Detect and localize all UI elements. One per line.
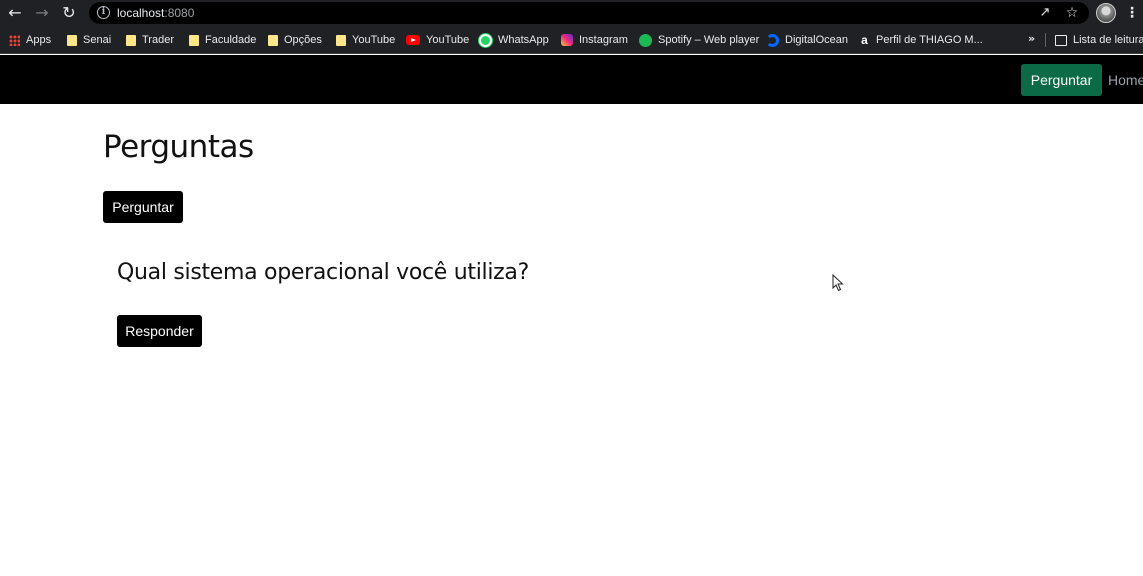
menu-kebab-icon[interactable]: ⋮ [1124, 3, 1140, 23]
bookmark-label: Trader [142, 34, 174, 46]
question-title: Qual sistema operacional você utiliza? [117, 260, 529, 285]
bookmark-label: Perfil de THIAGO M... [876, 34, 983, 46]
bookmark-spotify[interactable]: Spotify – Web player [639, 32, 759, 48]
bookmark-label: Opções [284, 34, 322, 46]
bookmark-senai[interactable]: Senai [67, 32, 111, 48]
reload-icon[interactable]: ↻ [59, 3, 79, 23]
bookmark-label: WhatsApp [498, 34, 549, 46]
forward-arrow-icon[interactable]: → [32, 3, 52, 23]
youtube-icon [406, 35, 420, 45]
bookmark-label: DigitalOcean [785, 34, 848, 46]
amazon-icon: a [861, 32, 868, 47]
browser-toolbar: ← → ↻ i localhost:8080 ↗ ☆ ⋮ [0, 0, 1143, 26]
reading-list-label: Lista de leitura [1073, 34, 1143, 46]
bookmark-youtube[interactable]: YouTube [406, 32, 469, 48]
bookmark-label: YouTube [426, 34, 470, 46]
digitalocean-icon [766, 33, 779, 47]
answer-button[interactable]: Responder [117, 315, 202, 347]
page-title: Perguntas [103, 129, 254, 165]
bookmark-label: Spotify – Web player [658, 34, 760, 46]
navbar-home-link[interactable]: Home [1108, 64, 1143, 96]
bookmark-label: Apps [26, 34, 52, 46]
whatsapp-icon [479, 33, 492, 47]
info-icon[interactable]: i [97, 6, 110, 19]
bookmark-faculdade[interactable]: Faculdade [189, 32, 256, 48]
bookmarks-bar: Apps Senai Trader Faculdade Opções YouTu… [0, 26, 1143, 54]
folder-icon [336, 34, 346, 46]
folder-icon [189, 34, 199, 46]
url-text[interactable]: localhost:8080 [117, 5, 194, 21]
folder-icon [67, 34, 77, 46]
bookmark-apps[interactable]: Apps [9, 32, 51, 48]
more-bookmarks-button[interactable]: » [1028, 32, 1035, 45]
bookmark-digitalocean[interactable]: DigitalOcean [766, 32, 848, 48]
folder-icon [126, 34, 136, 46]
bookmark-perfil[interactable]: a Perfil de THIAGO M... [859, 32, 983, 48]
bookmark-whatsapp[interactable]: WhatsApp [479, 32, 549, 48]
share-icon[interactable]: ↗ [1036, 3, 1054, 23]
url-port: :8080 [164, 6, 195, 20]
apps-grid-icon [9, 34, 20, 46]
address-bar[interactable]: i localhost:8080 [89, 2, 1089, 24]
app-navbar: Perguntar Home [0, 55, 1143, 104]
url-host: localhost [117, 6, 165, 20]
bookmark-opcoes[interactable]: Opções [268, 32, 322, 48]
bookmark-instagram[interactable]: Instagram [561, 32, 628, 48]
reading-list-button[interactable]: Lista de leitura [1055, 32, 1143, 48]
bookmark-trader[interactable]: Trader [126, 32, 174, 48]
star-icon[interactable]: ☆ [1063, 3, 1081, 23]
reading-list-icon [1055, 34, 1067, 46]
bookmark-label: Senai [83, 34, 112, 46]
navbar-ask-button[interactable]: Perguntar [1021, 64, 1102, 96]
instagram-icon [561, 34, 573, 46]
spotify-icon [639, 33, 652, 47]
bookmark-label: Instagram [579, 34, 628, 46]
bookmark-youtube-folder[interactable]: YouTube [336, 32, 395, 48]
back-arrow-icon[interactable]: ← [5, 3, 25, 23]
profile-avatar[interactable] [1096, 3, 1116, 23]
ask-question-button[interactable]: Perguntar [103, 191, 183, 223]
folder-icon [268, 34, 278, 46]
question-item: Qual sistema operacional você utiliza? R… [117, 256, 817, 356]
bookmarks-divider [1045, 33, 1046, 47]
bookmark-label: YouTube [352, 34, 396, 46]
bookmark-label: Faculdade [205, 34, 257, 46]
